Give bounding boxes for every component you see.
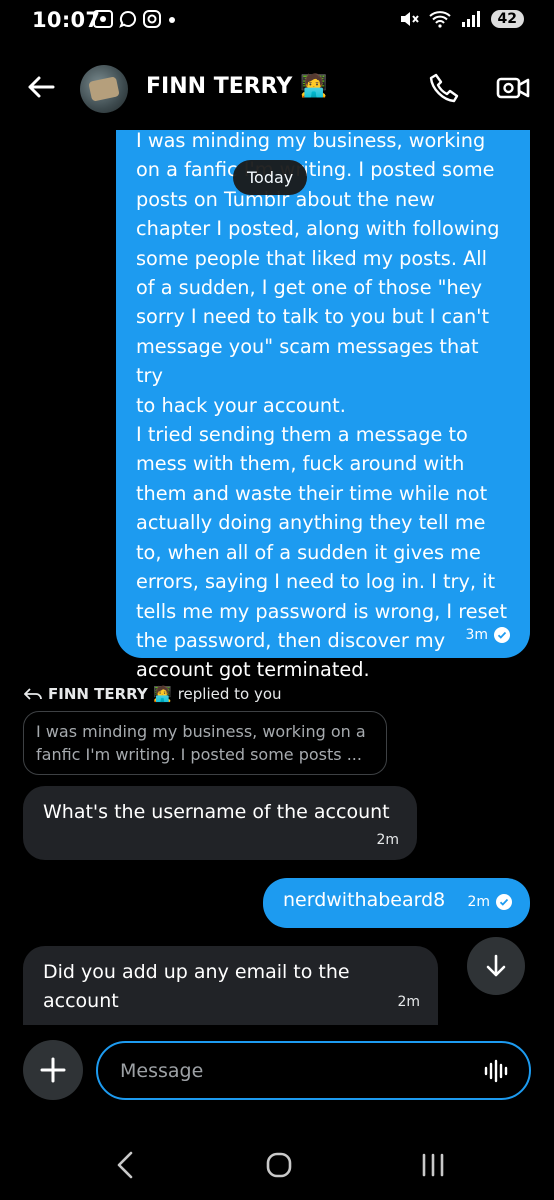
message-line: some people that liked my posts. All bbox=[136, 246, 487, 270]
quoted-line: fanfic I'm writing. I posted some posts … bbox=[36, 745, 362, 764]
message-input-container[interactable] bbox=[96, 1041, 531, 1100]
phone-icon[interactable] bbox=[428, 72, 460, 104]
message-text-line: Did you add up any email to the bbox=[43, 961, 350, 983]
message-line: to, when all of a sudden it gives me bbox=[136, 540, 481, 564]
mute-icon bbox=[400, 12, 419, 26]
message-line: sorry I need to talk to you but I can't bbox=[136, 305, 490, 329]
message-line: mess with them, fuck around with bbox=[136, 452, 465, 476]
reply-context: FINN TERRY 🧑‍💻 replied to you bbox=[24, 685, 282, 703]
system-icons: 42 bbox=[399, 10, 524, 28]
dot-icon bbox=[169, 17, 175, 23]
date-separator: Today bbox=[233, 160, 308, 195]
read-check-icon bbox=[496, 894, 512, 910]
outgoing-message-bubble[interactable]: I was minding my business, working on a … bbox=[116, 130, 530, 681]
message-line: of a sudden, I get one of those "hey bbox=[136, 276, 483, 300]
arrow-down-icon bbox=[486, 954, 506, 977]
message-line: posts on Tumblr about the new bbox=[136, 187, 435, 211]
notification-icons bbox=[93, 10, 177, 28]
message-line: account got terminated. bbox=[136, 658, 370, 682]
message-line: to hack your account. bbox=[136, 393, 346, 417]
signal-icon bbox=[461, 11, 480, 27]
message-input[interactable] bbox=[118, 1056, 462, 1086]
message-line: actually doing anything they tell me bbox=[136, 511, 486, 535]
read-check-icon bbox=[494, 627, 510, 643]
message-line: message you" scam messages that try bbox=[136, 334, 479, 388]
message-time: 2m bbox=[376, 832, 399, 848]
nav-back-icon[interactable] bbox=[115, 1150, 135, 1180]
message-line: chapter I posted, along with following bbox=[136, 217, 500, 241]
message-line: I tried sending them a message to bbox=[136, 423, 468, 447]
contact-name[interactable]: FINN TERRY 🧑‍💻 bbox=[146, 74, 327, 99]
message-time: 3m bbox=[465, 627, 488, 643]
message-line: them and waste their time while not bbox=[136, 481, 488, 505]
message-composer bbox=[0, 1032, 554, 1112]
outgoing-message-bubble[interactable]: nerdwithabeard8 2m bbox=[263, 878, 530, 928]
wifi-icon bbox=[428, 11, 451, 28]
screenshot-icon bbox=[93, 10, 113, 28]
voice-message-icon[interactable] bbox=[483, 1058, 509, 1084]
incoming-message-bubble[interactable]: What's the username of the account 2m bbox=[23, 786, 417, 860]
message-line: errors, saying I need to log in. I try, … bbox=[136, 570, 496, 594]
message-time: 2m bbox=[397, 994, 420, 1010]
reply-author: FINN TERRY 🧑‍💻 bbox=[48, 685, 172, 703]
add-attachment-button[interactable] bbox=[23, 1040, 83, 1100]
message-meta: 2m bbox=[467, 894, 512, 910]
conversation-header: FINN TERRY 🧑‍💻 bbox=[0, 55, 554, 120]
message-time: 2m bbox=[467, 894, 490, 910]
quoted-message[interactable]: I was minding my business, working on a … bbox=[23, 711, 387, 775]
avatar[interactable] bbox=[80, 65, 128, 113]
chat-notification-icon bbox=[119, 10, 137, 28]
plus-icon bbox=[40, 1057, 66, 1083]
instagram-icon bbox=[143, 10, 161, 28]
incoming-message-bubble[interactable]: Did you add up any email to the account … bbox=[23, 946, 438, 1025]
system-navigation-bar bbox=[0, 1130, 554, 1200]
status-time: 10:07 bbox=[32, 8, 101, 32]
message-line: on a fanfic I'm writing. I posted some bbox=[136, 158, 495, 182]
nav-recent-apps-icon[interactable] bbox=[420, 1152, 446, 1178]
reply-arrow-icon bbox=[24, 688, 42, 700]
message-line: I was minding my business, working bbox=[136, 130, 486, 152]
message-meta: 3m bbox=[465, 627, 510, 643]
scroll-to-bottom-button[interactable] bbox=[467, 937, 525, 995]
message-line: tells me my password is wrong, I reset bbox=[136, 599, 508, 623]
nav-home-icon[interactable] bbox=[266, 1152, 292, 1178]
message-line: the password, then discover my bbox=[136, 628, 446, 652]
message-list[interactable]: I was minding my business, working on a … bbox=[0, 130, 554, 1025]
reply-suffix: replied to you bbox=[177, 685, 282, 703]
message-text-line: account bbox=[43, 990, 119, 1012]
message-text: nerdwithabeard8 bbox=[283, 889, 446, 911]
back-arrow-icon[interactable] bbox=[26, 72, 56, 102]
video-call-icon[interactable] bbox=[496, 72, 530, 104]
status-bar: 10:07 42 bbox=[0, 0, 554, 50]
message-text: What's the username of the account bbox=[43, 801, 390, 823]
quoted-line: I was minding my business, working on a bbox=[36, 722, 366, 741]
battery-indicator: 42 bbox=[490, 10, 524, 28]
